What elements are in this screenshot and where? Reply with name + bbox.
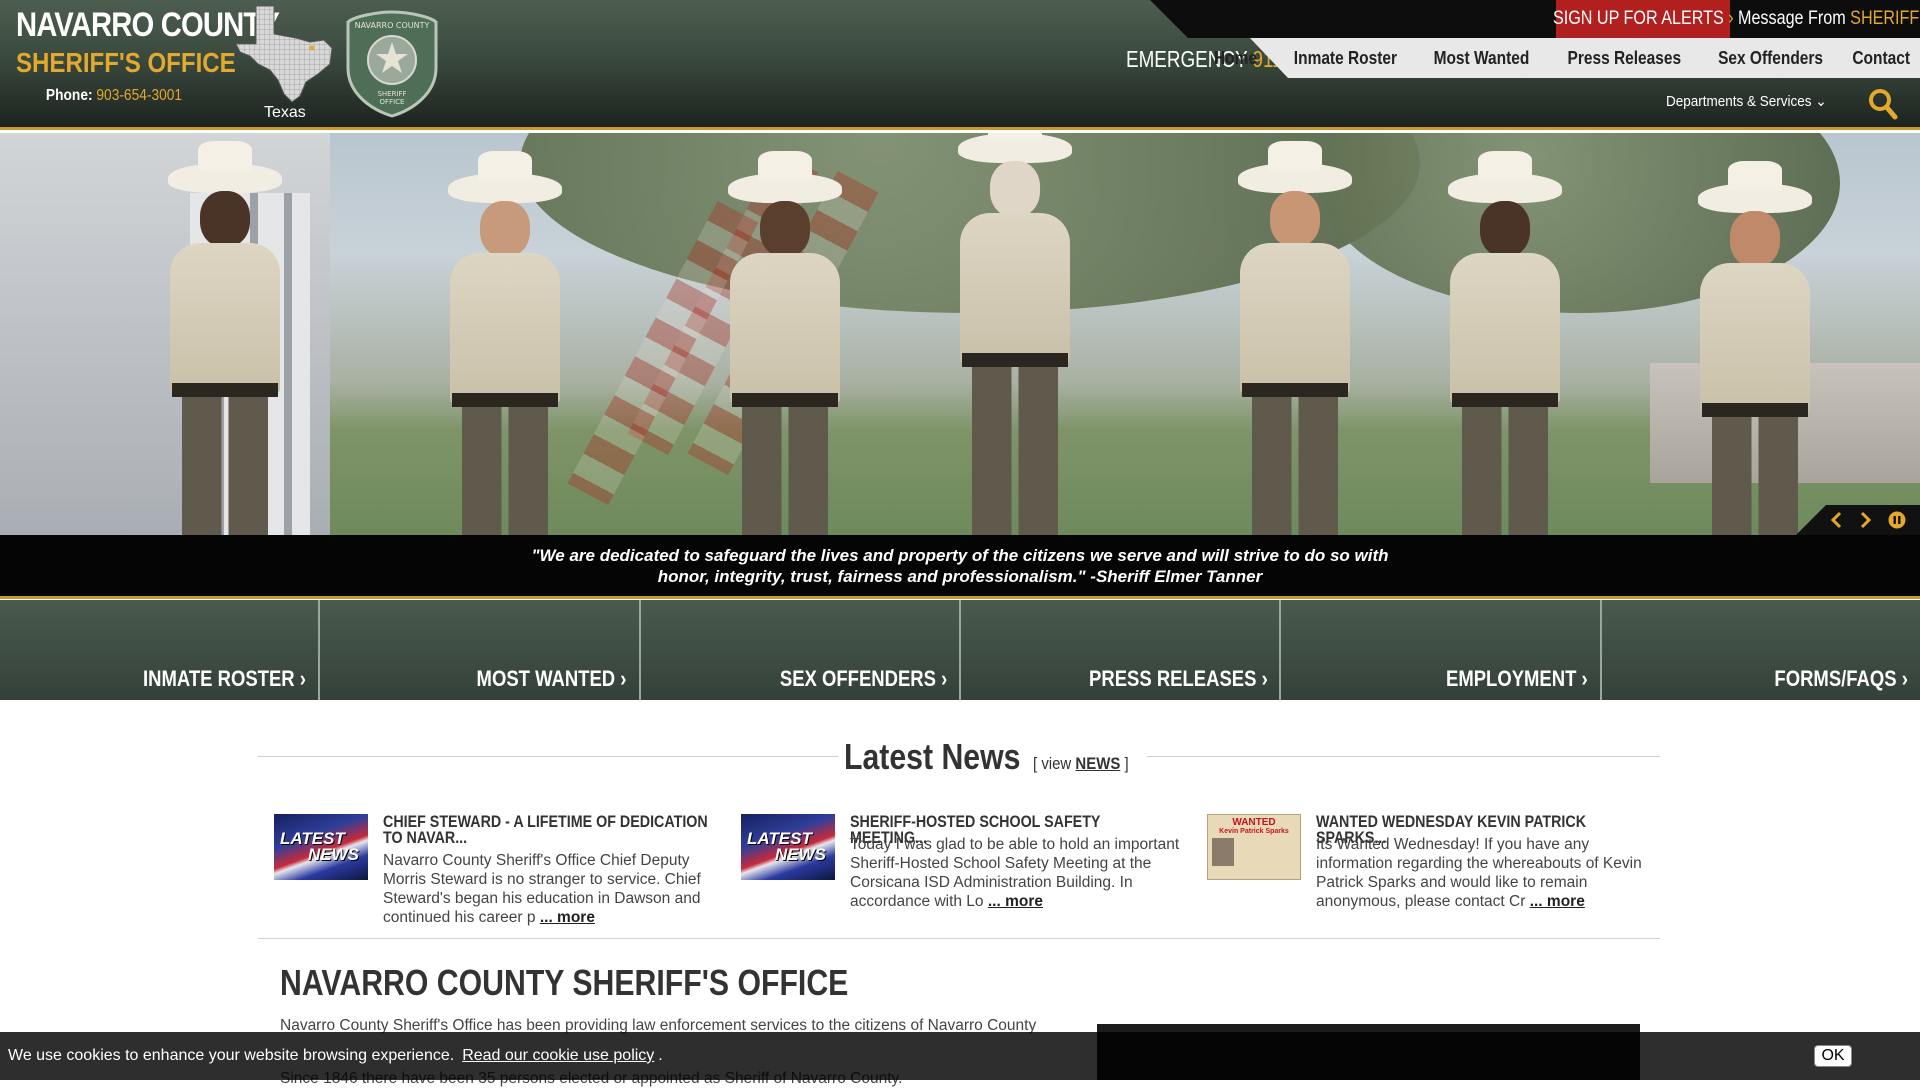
thumb-line2: Kevin Patrick Sparks <box>1219 828 1289 835</box>
divider <box>258 938 1660 939</box>
quick-link-employment[interactable]: EMPLOYMENT › <box>1281 600 1602 700</box>
signup-alerts-button[interactable]: SIGN UP FOR ALERTS › <box>1552 0 1734 38</box>
cookie-policy-link[interactable]: Read our cookie use policy <box>462 1047 654 1065</box>
search-icon[interactable] <box>1868 88 1898 120</box>
phone-label: Phone: <box>45 87 93 104</box>
deputy-figure <box>1690 161 1820 535</box>
cookie-text: We use cookies to enhance your website b… <box>8 1047 455 1064</box>
hero-slider <box>0 133 1920 535</box>
news-item-title[interactable]: CHIEF STEWARD - A LIFETIME OF DEDICATION… <box>383 813 713 846</box>
deputy-figure <box>720 151 850 535</box>
quick-link-inmate-roster[interactable]: INMATE ROSTER › <box>0 600 321 700</box>
quick-link-forms-faqs[interactable]: FORMS/FAQS › <box>1601 600 1920 700</box>
view-prefix: [ view <box>1032 754 1071 773</box>
news-item-body: Its Wanted Wednesday! If you have any in… <box>1316 835 1646 911</box>
more-link[interactable]: ... more <box>540 909 595 926</box>
chevron-left-icon[interactable] <box>1828 511 1846 529</box>
chevron-right-icon: › <box>1727 8 1734 29</box>
latest-news-thumbnail[interactable]: LATEST NEWS <box>274 814 368 880</box>
sheriff-badge-icon: NAVARRO COUNTY SHERIFF OFFICE <box>346 10 438 118</box>
sheriff-quote: "We are dedicated to safeguard the lives… <box>531 545 1389 586</box>
nav-sex-offenders[interactable]: Sex Offenders <box>1718 48 1823 69</box>
news-heading: Latest News [ view NEWS ] <box>838 736 1148 778</box>
chevron-right-icon: › <box>1581 666 1588 691</box>
message-from-sheriff-link[interactable]: Message From SHERIFF › <box>1738 0 1920 38</box>
svg-text:NAVARRO COUNTY: NAVARRO COUNTY <box>355 21 430 30</box>
brand-block[interactable]: NAVARRO COUNTY SHERIFF'S OFFICE Phone: 9… <box>0 6 280 105</box>
brand-phone: Phone: 903-654-3001 <box>16 87 212 105</box>
quick-link-label: INMATE ROSTER <box>143 666 296 691</box>
nav-home[interactable]: Home <box>1214 48 1257 69</box>
view-suffix: ] <box>1123 754 1129 773</box>
brand-county: NAVARRO COUNTY <box>15 6 280 44</box>
deputy-figure <box>1230 141 1360 535</box>
news-body-text: Its Wanted Wednesday! If you have any in… <box>1316 836 1642 910</box>
quick-link-label: EMPLOYMENT <box>1445 666 1577 691</box>
cookie-ok-button[interactable]: OK <box>1814 1045 1852 1067</box>
quick-link-label: PRESS RELEASES <box>1088 666 1257 691</box>
main-nav: Home Inmate Roster Most Wanted Press Rel… <box>1214 38 1920 78</box>
nav-most-wanted[interactable]: Most Wanted <box>1433 48 1529 69</box>
quick-links: INMATE ROSTER › MOST WANTED › SEX OFFEND… <box>0 600 1920 700</box>
cookie-banner: We use cookies to enhance your website b… <box>0 1032 1920 1080</box>
quick-link-most-wanted[interactable]: MOST WANTED › <box>320 600 641 700</box>
news-item: WANTED Kevin Patrick Sparks WANTED WEDNE… <box>1207 813 1647 934</box>
brand-office: SHERIFF'S OFFICE <box>15 47 236 78</box>
quick-link-label: SEX OFFENDERS <box>779 666 936 691</box>
news-title: Latest News <box>844 736 1021 777</box>
about-heading: NAVARRO COUNTY SHERIFF'S OFFICE <box>280 962 849 1003</box>
svg-text:SHERIFF: SHERIFF <box>377 90 406 98</box>
more-link[interactable]: ... more <box>988 893 1043 910</box>
chevron-right-icon: › <box>300 666 307 691</box>
signup-label: SIGN UP FOR ALERTS <box>1552 8 1724 29</box>
view-news-link[interactable]: NEWS <box>1075 754 1120 773</box>
departments-services-menu[interactable]: Departments & Services ⌄ <box>1666 92 1844 110</box>
texas-label: Texas <box>264 104 306 121</box>
nav-press-releases[interactable]: Press Releases <box>1567 48 1681 69</box>
quote-bar: "We are dedicated to safeguard the lives… <box>0 535 1920 599</box>
quick-link-sex-offenders[interactable]: SEX OFFENDERS › <box>640 600 961 700</box>
chevron-right-icon[interactable] <box>1856 511 1874 529</box>
more-link[interactable]: ... more <box>1530 893 1585 910</box>
thumb-line2: NEWS <box>308 845 359 864</box>
news-item-body: Navarro County Sheriff's Office Chief De… <box>383 851 713 927</box>
quick-link-press-releases[interactable]: PRESS RELEASES › <box>960 600 1282 700</box>
svg-text:OFFICE: OFFICE <box>380 98 405 106</box>
thumb-line2: NEWS <box>775 845 826 864</box>
quick-link-label: MOST WANTED <box>476 666 616 691</box>
departments-label: Departments & Services <box>1666 93 1812 110</box>
chevron-right-icon: › <box>620 666 627 691</box>
news-item: LATEST NEWS CHIEF STEWARD - A LIFETIME O… <box>274 813 714 934</box>
quick-link-label: FORMS/FAQS <box>1774 666 1897 691</box>
thumb-line1: WANTED <box>1232 817 1276 828</box>
chevron-right-icon: › <box>1261 666 1268 691</box>
site-header: NAVARRO COUNTY SHERIFF'S OFFICE Phone: 9… <box>0 0 1920 130</box>
message-prefix: Message From <box>1738 8 1846 29</box>
news-item: LATEST NEWS SHERIFF-HOSTED SCHOOL SAFETY… <box>741 813 1181 934</box>
texas-map-icon <box>235 5 333 103</box>
deputy-figure <box>1440 151 1570 535</box>
view-news: [ view NEWS ] <box>1033 754 1129 774</box>
chevron-right-icon: › <box>940 666 947 691</box>
phone-number[interactable]: 903-654-3001 <box>96 87 182 104</box>
wanted-poster-thumbnail[interactable]: WANTED Kevin Patrick Sparks <box>1207 814 1301 880</box>
deputy-figure <box>440 151 570 535</box>
chevron-right-icon: › <box>1901 666 1908 691</box>
pause-icon[interactable] <box>1888 511 1906 529</box>
nav-inmate-roster[interactable]: Inmate Roster <box>1294 48 1397 69</box>
nav-contact[interactable]: Contact <box>1852 48 1910 69</box>
cookie-period: . <box>658 1047 663 1064</box>
message-highlight: SHERIFF <box>1850 8 1920 29</box>
deputy-figure <box>160 141 290 535</box>
mugshot <box>1212 838 1234 866</box>
deputy-figure <box>950 133 1080 535</box>
latest-news-thumbnail[interactable]: LATEST NEWS <box>741 814 835 880</box>
chevron-down-icon: ⌄ <box>1815 93 1827 110</box>
news-item-body: Today I was glad to be able to hold an i… <box>850 835 1180 911</box>
